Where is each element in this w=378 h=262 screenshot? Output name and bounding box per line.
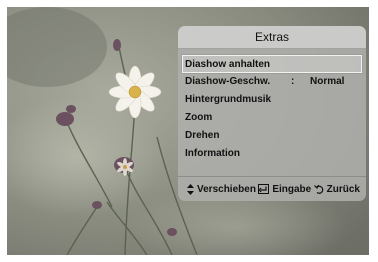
menu-item-zoom[interactable]: Zoom bbox=[182, 109, 362, 127]
button-hints-bar: Verschieben Eingabe Zurück bbox=[178, 176, 366, 201]
menu-item-label: Diashow anhalten bbox=[185, 59, 271, 70]
hint-enter-label: Eingabe bbox=[272, 183, 312, 195]
menu-item-label: Zoom bbox=[185, 112, 213, 123]
menu-item-slideshow-speed[interactable]: Diashow-Geschw. : Normal bbox=[182, 73, 362, 91]
menu-item-information[interactable]: Information bbox=[182, 145, 362, 163]
menu-item-rotate[interactable]: Drehen bbox=[182, 127, 362, 145]
up-down-arrows-icon bbox=[187, 183, 194, 195]
enter-icon bbox=[258, 184, 270, 194]
menu-item-label: Diashow-Geschw. bbox=[185, 76, 271, 87]
extras-menu-list: Diashow anhalten Diashow-Geschw. : Norma… bbox=[182, 55, 362, 163]
slideshow-screen: Extras Diashow anhalten Diashow-Geschw. … bbox=[7, 7, 369, 255]
hint-back-label: Zurück bbox=[326, 183, 360, 195]
menu-item-stop-slideshow[interactable]: Diashow anhalten bbox=[182, 55, 362, 73]
hint-move-label: Verschieben bbox=[197, 183, 256, 195]
hint-back: Zurück bbox=[313, 183, 360, 195]
menu-item-background-music[interactable]: Hintergrundmusik bbox=[182, 91, 362, 109]
menu-item-label: Information bbox=[185, 148, 240, 159]
menu-item-value: Normal bbox=[310, 76, 345, 87]
menu-item-separator: : bbox=[291, 76, 295, 87]
panel-title: Extras bbox=[178, 26, 366, 49]
hint-move: Verschieben bbox=[187, 183, 256, 195]
menu-item-label: Drehen bbox=[185, 130, 220, 141]
hint-enter: Eingabe bbox=[258, 184, 311, 195]
extras-menu-panel: Extras Diashow anhalten Diashow-Geschw. … bbox=[178, 26, 366, 201]
return-icon bbox=[313, 184, 323, 194]
menu-item-label: Hintergrundmusik bbox=[185, 94, 272, 105]
